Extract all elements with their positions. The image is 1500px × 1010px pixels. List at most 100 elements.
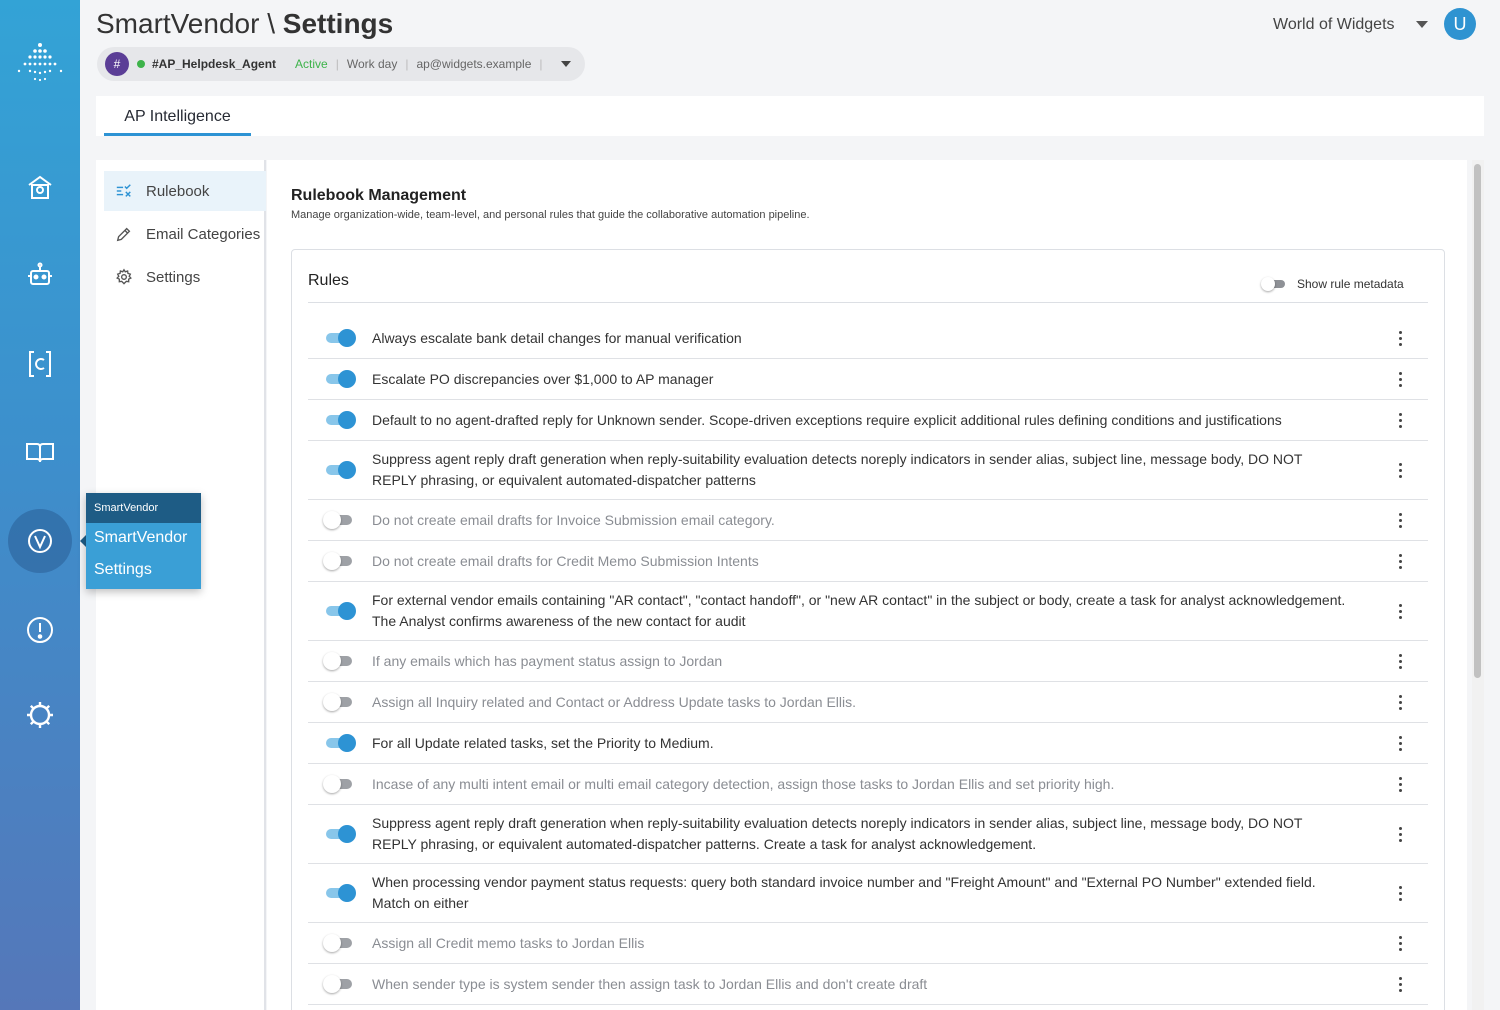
rule-row: For all Update related tasks, set the Pr…: [308, 723, 1428, 764]
rule-toggle[interactable]: [308, 329, 372, 347]
toggle-switch[interactable]: [325, 602, 356, 620]
rule-more-options-icon[interactable]: [1390, 885, 1410, 901]
rule-more-options-icon[interactable]: [1390, 371, 1410, 387]
rule-toggle[interactable]: [308, 602, 372, 620]
rule-row: When sender type is system sender then a…: [308, 964, 1428, 1005]
rule-toggle[interactable]: [308, 775, 372, 793]
toggle-switch[interactable]: [323, 975, 355, 993]
rule-text: Assign all Credit memo tasks to Jordan E…: [372, 934, 645, 951]
rule-row: For external vendor emails containing "A…: [308, 582, 1428, 641]
flyout-item-smartvendor[interactable]: SmartVendor: [86, 523, 201, 555]
pencil-icon: [114, 224, 134, 244]
settings-nav-icon[interactable]: [16, 691, 64, 739]
toggle-knob: [338, 884, 356, 902]
agent-selector[interactable]: # #AP_Helpdesk_Agent Active | Work day |…: [97, 47, 585, 81]
smartvendor-nav-icon[interactable]: [8, 509, 72, 573]
agent-status: Active: [295, 57, 328, 71]
rule-toggle[interactable]: [308, 734, 372, 752]
rule-toggle[interactable]: [308, 884, 372, 902]
toggle-switch[interactable]: [323, 693, 355, 711]
rule-toggle[interactable]: [308, 511, 372, 529]
book-nav-icon[interactable]: [16, 428, 64, 476]
rule-toggle[interactable]: [308, 411, 372, 429]
flyout-item-settings[interactable]: Settings: [86, 555, 201, 587]
agent-dropdown-caret-icon[interactable]: [560, 61, 571, 67]
page-title-section: Settings: [282, 8, 394, 39]
rule-more-options-icon[interactable]: [1390, 976, 1410, 992]
toggle-knob: [323, 775, 341, 793]
toggle-knob: [338, 734, 356, 752]
rule-more-options-icon[interactable]: [1390, 735, 1410, 751]
submenu-item-email-categories[interactable]: Email Categories: [104, 214, 266, 254]
rule-toggle[interactable]: [308, 934, 372, 952]
scrollbar-thumb[interactable]: [1474, 164, 1481, 678]
rule-text: Incase of any multi intent email or mult…: [372, 775, 1115, 792]
tab-ap-intelligence[interactable]: AP Intelligence: [104, 96, 251, 136]
rule-toggle[interactable]: [308, 825, 372, 843]
section-description: Manage organization-wide, team-level, an…: [291, 209, 810, 221]
rule-more-options-icon[interactable]: [1390, 826, 1410, 842]
toggle-switch[interactable]: [323, 775, 355, 793]
toggle-switch[interactable]: [325, 825, 356, 843]
rule-toggle[interactable]: [308, 693, 372, 711]
rule-text: If any emails which has payment status a…: [372, 652, 723, 669]
toggle-switch[interactable]: [325, 411, 356, 429]
bracket-c-nav-icon[interactable]: [16, 340, 64, 388]
toggle-switch[interactable]: [323, 552, 355, 570]
org-selector[interactable]: World of Widgets: [1273, 16, 1395, 34]
home-nav-icon[interactable]: [16, 164, 64, 212]
tab-bar: AP Intelligence: [96, 96, 1484, 136]
rule-more-options-icon[interactable]: [1390, 653, 1410, 669]
submenu-item-settings[interactable]: Settings: [104, 257, 266, 297]
rule-more-options-icon[interactable]: [1390, 776, 1410, 792]
rule-more-options-icon[interactable]: [1390, 462, 1410, 478]
rule-row: Suppress agent reply draft generation wh…: [308, 441, 1428, 500]
toggle-knob: [338, 370, 356, 388]
submenu-item-rulebook[interactable]: Rulebook: [104, 171, 266, 211]
toggle-switch[interactable]: [325, 461, 356, 479]
alert-nav-icon[interactable]: [16, 606, 64, 654]
org-dropdown-caret-icon[interactable]: [1416, 21, 1428, 28]
rule-more-options-icon[interactable]: [1390, 330, 1410, 346]
rule-text: For all Update related tasks, set the Pr…: [372, 734, 714, 751]
toggle-knob: [323, 693, 341, 711]
rule-toggle[interactable]: [308, 652, 372, 670]
rule-toggle[interactable]: [308, 975, 372, 993]
separator: |: [539, 57, 543, 71]
rule-more-options-icon[interactable]: [1390, 553, 1410, 569]
toggle-switch[interactable]: [325, 329, 356, 347]
agent-name: #AP_Helpdesk_Agent: [152, 57, 277, 71]
rule-more-options-icon[interactable]: [1390, 935, 1410, 951]
metadata-toggle-switch[interactable]: [1261, 277, 1287, 291]
user-avatar[interactable]: U: [1444, 8, 1476, 40]
bot-nav-icon[interactable]: [16, 252, 64, 300]
rule-text: Do not create email drafts for Invoice S…: [372, 511, 775, 528]
toggle-knob: [338, 602, 356, 620]
rule-text: Do not create email drafts for Credit Me…: [372, 552, 759, 569]
toggle-knob: [338, 329, 356, 347]
app-logo-icon[interactable]: [14, 42, 66, 86]
rule-toggle[interactable]: [308, 461, 372, 479]
toggle-knob: [1261, 277, 1275, 291]
toggle-knob: [323, 552, 341, 570]
page-title: SmartVendor \ Settings: [96, 8, 393, 40]
page-title-app: SmartVendor \: [96, 8, 275, 39]
rule-more-options-icon[interactable]: [1390, 412, 1410, 428]
scrollbar[interactable]: [1472, 160, 1484, 1010]
toggle-switch[interactable]: [323, 934, 355, 952]
toggle-switch[interactable]: [323, 652, 355, 670]
toggle-switch[interactable]: [325, 370, 356, 388]
show-metadata-toggle[interactable]: Show rule metadata: [1261, 277, 1404, 291]
toggle-switch[interactable]: [323, 511, 355, 529]
toggle-switch[interactable]: [325, 884, 356, 902]
rule-more-options-icon[interactable]: [1390, 694, 1410, 710]
rule-more-options-icon[interactable]: [1390, 603, 1410, 619]
metadata-label: Show rule metadata: [1297, 277, 1404, 291]
toggle-knob: [323, 934, 341, 952]
rules-card: Rules Show rule metadata Always escalate…: [291, 249, 1445, 1010]
toggle-switch[interactable]: [325, 734, 356, 752]
rule-toggle[interactable]: [308, 370, 372, 388]
rule-toggle[interactable]: [308, 552, 372, 570]
rule-more-options-icon[interactable]: [1390, 512, 1410, 528]
side-rail: [0, 0, 80, 1010]
